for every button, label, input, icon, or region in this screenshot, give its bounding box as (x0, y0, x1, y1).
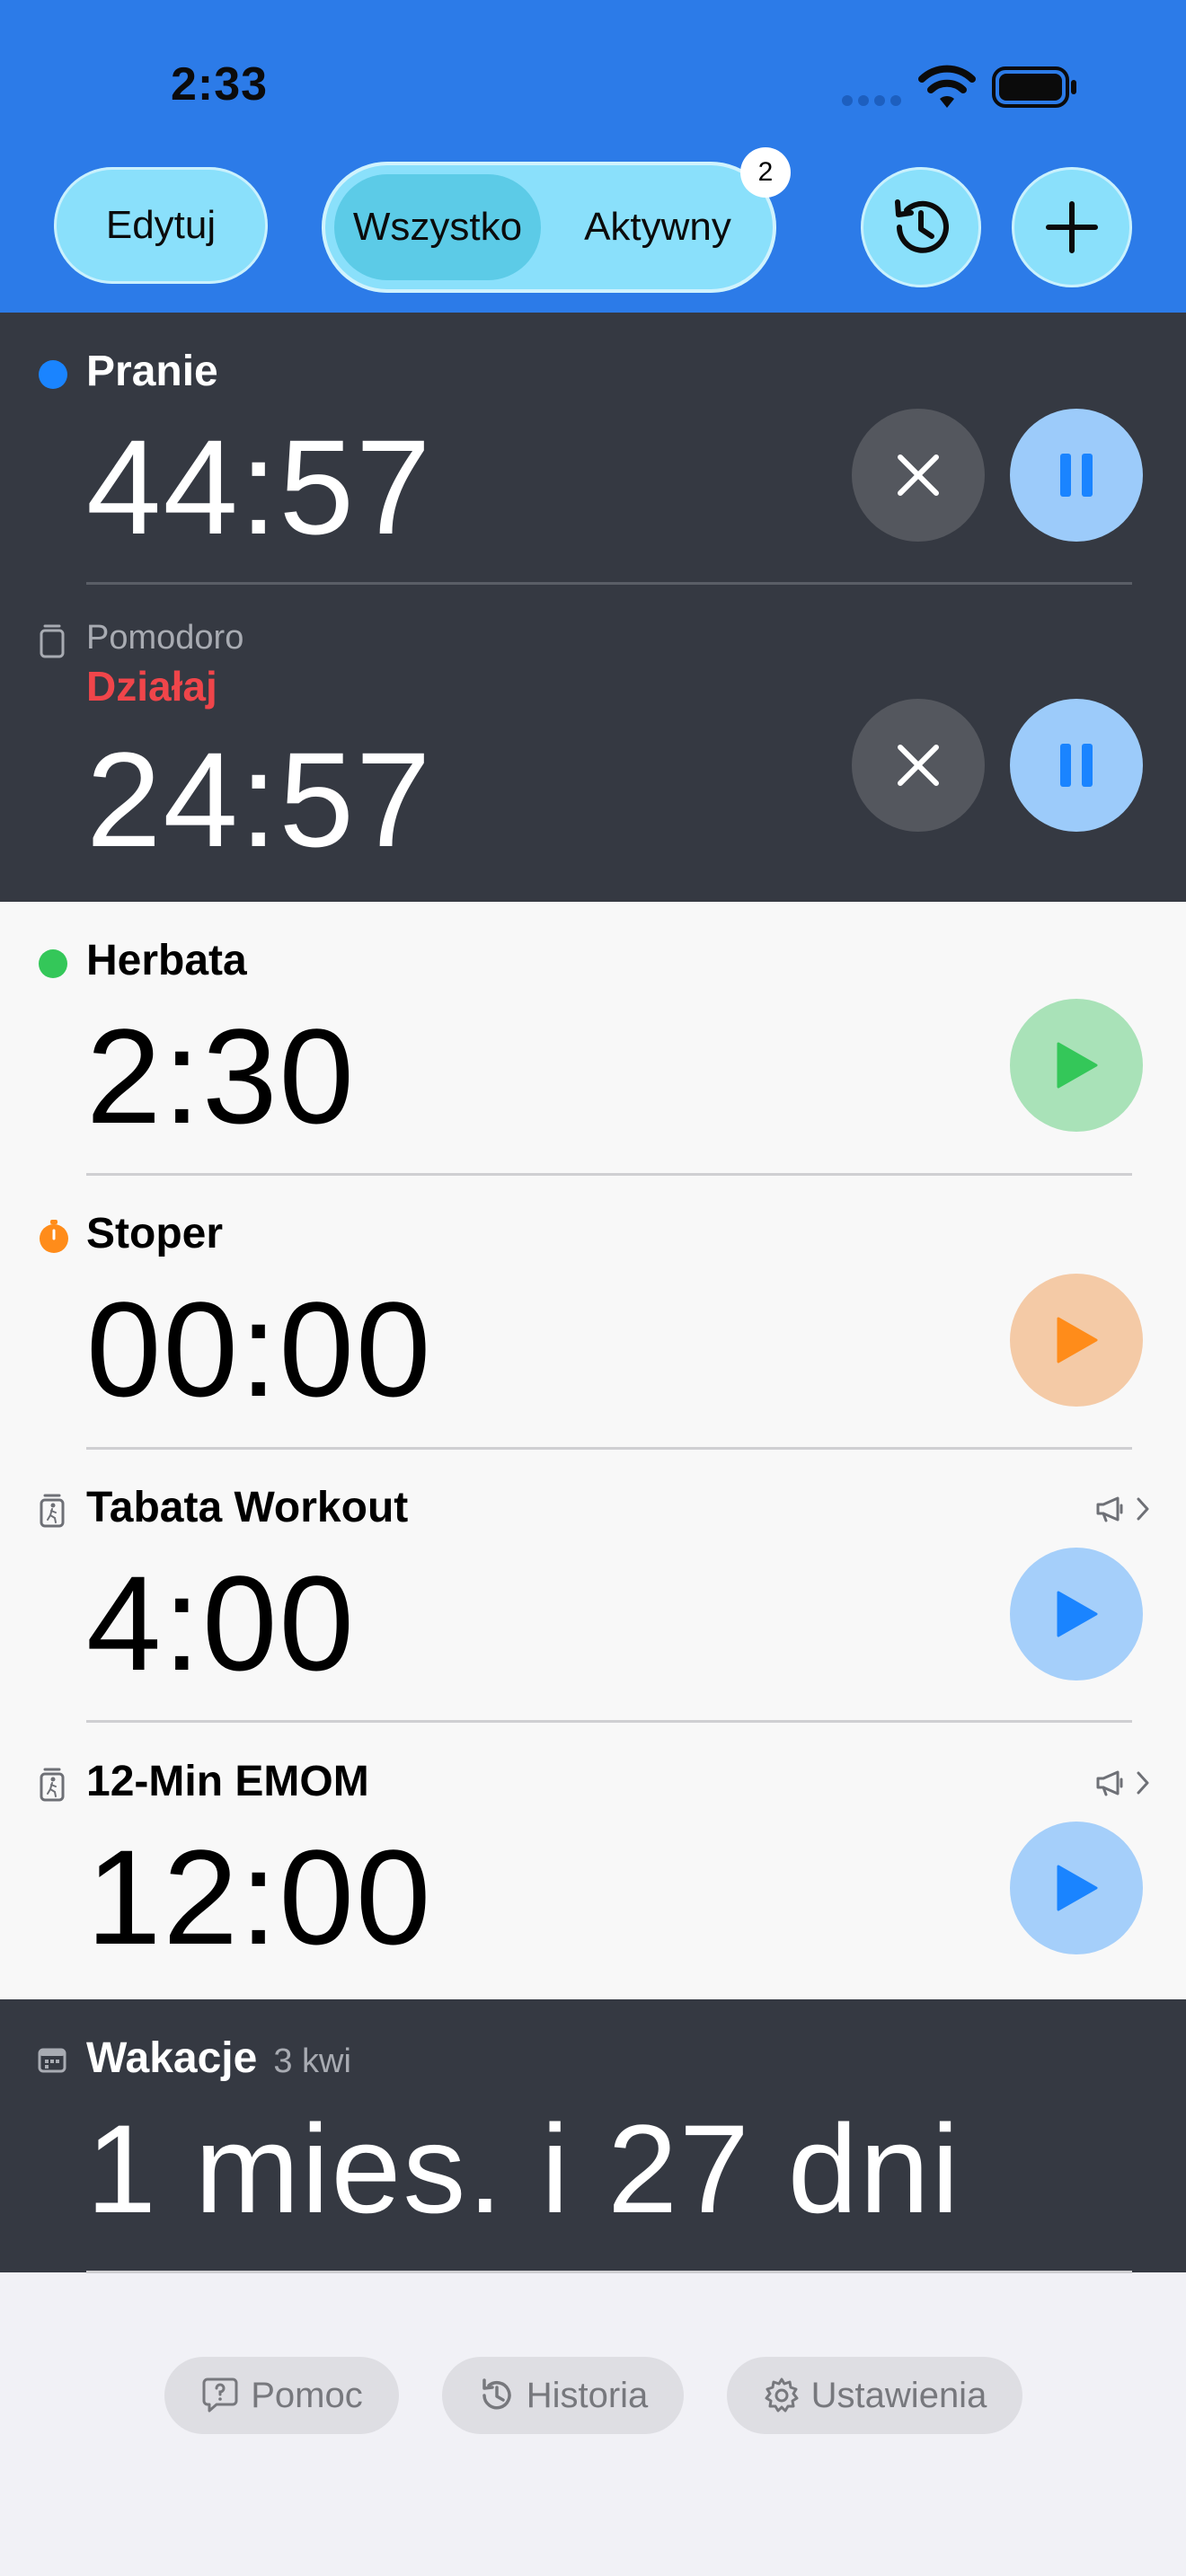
blue-dot-icon (39, 360, 67, 389)
countdown-row-wakacje[interactable]: Wakacje 3 kwi 1 mies. i 27 dni (0, 1999, 1186, 2272)
history-icon (895, 199, 949, 253)
timer-row-pranie[interactable]: Pranie 44:57 (0, 313, 1186, 585)
timer-time: 2:30 (86, 1001, 356, 1151)
pause-button[interactable] (1010, 699, 1143, 832)
pause-icon (1060, 744, 1093, 787)
active-count-badge: 2 (740, 147, 791, 198)
timer-row-tabata[interactable]: Tabata Workout 4:00 (0, 1449, 1186, 1723)
wifi-icon (918, 65, 976, 108)
cellular-signal-icon (842, 95, 901, 106)
timer-title: Stoper (86, 1210, 224, 1257)
filter-active-tab[interactable]: Aktywny (553, 174, 762, 280)
green-dot-icon (39, 949, 67, 978)
stopwatch-icon (40, 1220, 68, 1253)
header: 2:33 Edytuj Wszystko Aktywny 2 (0, 0, 1186, 313)
help-icon (202, 2378, 238, 2413)
help-button[interactable]: Pomoc (164, 2357, 399, 2434)
announcement-icon (1096, 1770, 1123, 1796)
close-icon (898, 454, 939, 496)
countdown-remaining: 1 mies. i 27 dni (86, 2098, 961, 2239)
pause-button[interactable] (1010, 409, 1143, 542)
filter-segmented-control: Wszystko Aktywny (322, 162, 776, 293)
plus-icon (1046, 201, 1098, 253)
gear-icon (765, 2378, 799, 2413)
cancel-button[interactable] (852, 409, 985, 542)
close-icon (898, 745, 939, 786)
timer-row-emom[interactable]: 12-Min EMOM 12:00 (0, 1723, 1186, 1999)
countdown-section: Wakacje 3 kwi 1 mies. i 27 dni (0, 1999, 1186, 2273)
workout-timer-icon (40, 1768, 65, 1802)
status-time: 2:33 (171, 58, 269, 110)
add-timer-button[interactable] (1012, 167, 1132, 287)
row-divider (86, 2271, 1132, 2273)
timer-sequence-icon (40, 624, 65, 658)
countdown-title: Wakacje (86, 2034, 258, 2082)
cancel-button[interactable] (852, 699, 985, 832)
timer-row-herbata[interactable]: Herbata 2:30 (0, 902, 1186, 1176)
timer-title: Pomodoro (86, 619, 244, 657)
timer-title: Tabata Workout (86, 1484, 409, 1531)
countdown-title-line: Wakacje 3 kwi (86, 2033, 351, 2083)
timer-title: Pranie (86, 348, 218, 395)
history-link-button[interactable]: Historia (442, 2357, 684, 2434)
timer-row-stoper[interactable]: Stoper 00:00 (0, 1175, 1186, 1450)
edit-button[interactable]: Edytuj (54, 167, 268, 284)
announcement-icon (1096, 1496, 1123, 1522)
start-button[interactable] (1010, 1274, 1143, 1407)
calendar-icon (38, 2048, 66, 2073)
play-icon (1057, 1042, 1098, 1089)
timer-title: 12-Min EMOM (86, 1758, 369, 1805)
chevron-right-icon (1137, 1771, 1149, 1795)
history-label: Historia (526, 2375, 649, 2415)
pause-icon (1060, 454, 1093, 497)
row-accessories[interactable] (1094, 1495, 1150, 1522)
timer-time: 00:00 (86, 1274, 433, 1425)
start-button[interactable] (1010, 1548, 1143, 1681)
timer-time: 44:57 (86, 411, 433, 562)
play-icon (1057, 1591, 1098, 1637)
help-label: Pomoc (251, 2375, 363, 2415)
timer-time: 12:00 (86, 1822, 433, 1972)
play-icon (1057, 1865, 1098, 1911)
timer-time: 4:00 (86, 1548, 356, 1698)
timer-phase-label: Działaj (86, 663, 217, 710)
start-button[interactable] (1010, 1822, 1143, 1954)
play-icon (1057, 1317, 1098, 1363)
row-accessories[interactable] (1094, 1769, 1150, 1796)
timer-time: 24:57 (86, 724, 433, 875)
history-button[interactable] (861, 167, 981, 287)
start-button[interactable] (1010, 999, 1143, 1132)
settings-button[interactable]: Ustawienia (727, 2357, 1022, 2434)
running-timers-section: Pranie 44:57 Pomodoro Działaj 24:57 (0, 313, 1186, 902)
countdown-date: 3 kwi (273, 2042, 351, 2080)
timer-row-pomodoro[interactable]: Pomodoro Działaj 24:57 (0, 585, 1186, 902)
timer-title: Herbata (86, 937, 247, 984)
history-icon (482, 2378, 511, 2410)
settings-label: Ustawienia (810, 2375, 987, 2415)
filter-all-tab[interactable]: Wszystko (334, 174, 541, 280)
idle-timers-section: Herbata 2:30 Stoper 00:00 Tabata Workout… (0, 902, 1186, 1999)
battery-icon (992, 66, 1076, 108)
chevron-right-icon (1137, 1497, 1149, 1521)
workout-timer-icon (40, 1494, 65, 1528)
